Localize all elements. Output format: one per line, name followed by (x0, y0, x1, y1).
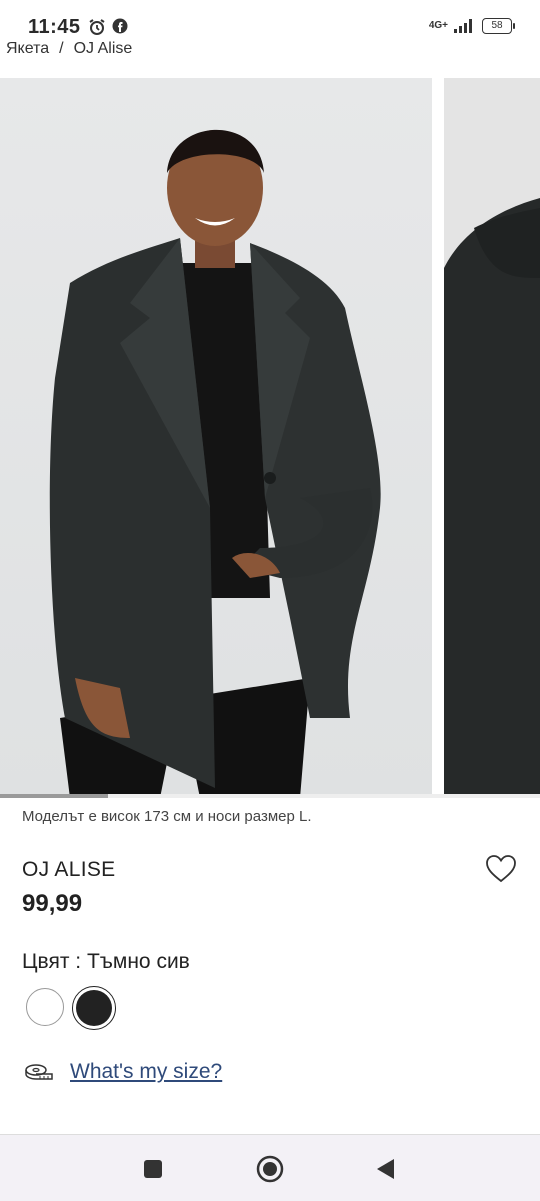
back-button[interactable] (374, 1157, 396, 1186)
breadcrumb: Якета / OJ Alise (6, 40, 132, 58)
heart-icon (486, 855, 516, 883)
color-label: Цвят : Тъмно сив (22, 950, 190, 973)
signal-icon (454, 19, 472, 33)
color-swatches (26, 986, 116, 1030)
status-time: 11:45 (28, 16, 81, 38)
status-bar: 11:45 4G+ 58 (0, 0, 540, 44)
status-right-icons: 4G+ 58 (428, 18, 515, 34)
battery-icon: 58 (482, 18, 515, 34)
square-icon (144, 1160, 162, 1178)
status-left-icons (88, 18, 128, 36)
tape-measure-icon (25, 1064, 53, 1080)
coat-detail-photo (444, 198, 540, 798)
color-swatch-dark-grey-fill (76, 990, 112, 1026)
model-photo (49, 129, 381, 798)
product-price: 99,99 (22, 890, 83, 917)
home-circle-icon (256, 1155, 284, 1183)
facebook-icon (112, 18, 128, 34)
breadcrumb-current: OJ Alise (73, 40, 133, 57)
whats-my-size-link[interactable]: What's my size? (70, 1060, 222, 1084)
model-info-text: Моделът е висок 173 см и носи размер L. (22, 808, 312, 825)
network-type: 4G+ (428, 20, 448, 31)
color-swatch-dark-grey[interactable] (72, 986, 116, 1030)
wishlist-button[interactable] (484, 852, 518, 886)
product-image-gallery[interactable] (0, 78, 540, 798)
alarm-icon (89, 19, 105, 35)
breadcrumb-parent-link[interactable]: Якета (6, 40, 49, 57)
color-swatch-white[interactable] (26, 988, 64, 1026)
back-triangle-icon (377, 1159, 394, 1179)
breadcrumb-separator: / (59, 40, 64, 57)
gallery-progress-fill (0, 794, 108, 798)
size-guide-row[interactable]: What's my size? (24, 1060, 222, 1084)
product-image-next[interactable] (444, 78, 540, 798)
product-name: OJ ALISE (22, 858, 116, 881)
product-image-main[interactable] (0, 78, 432, 798)
home-button[interactable] (256, 1155, 284, 1188)
gallery-progress (0, 794, 540, 798)
system-navigation-bar (0, 1134, 540, 1201)
recent-apps-button[interactable] (143, 1159, 163, 1184)
